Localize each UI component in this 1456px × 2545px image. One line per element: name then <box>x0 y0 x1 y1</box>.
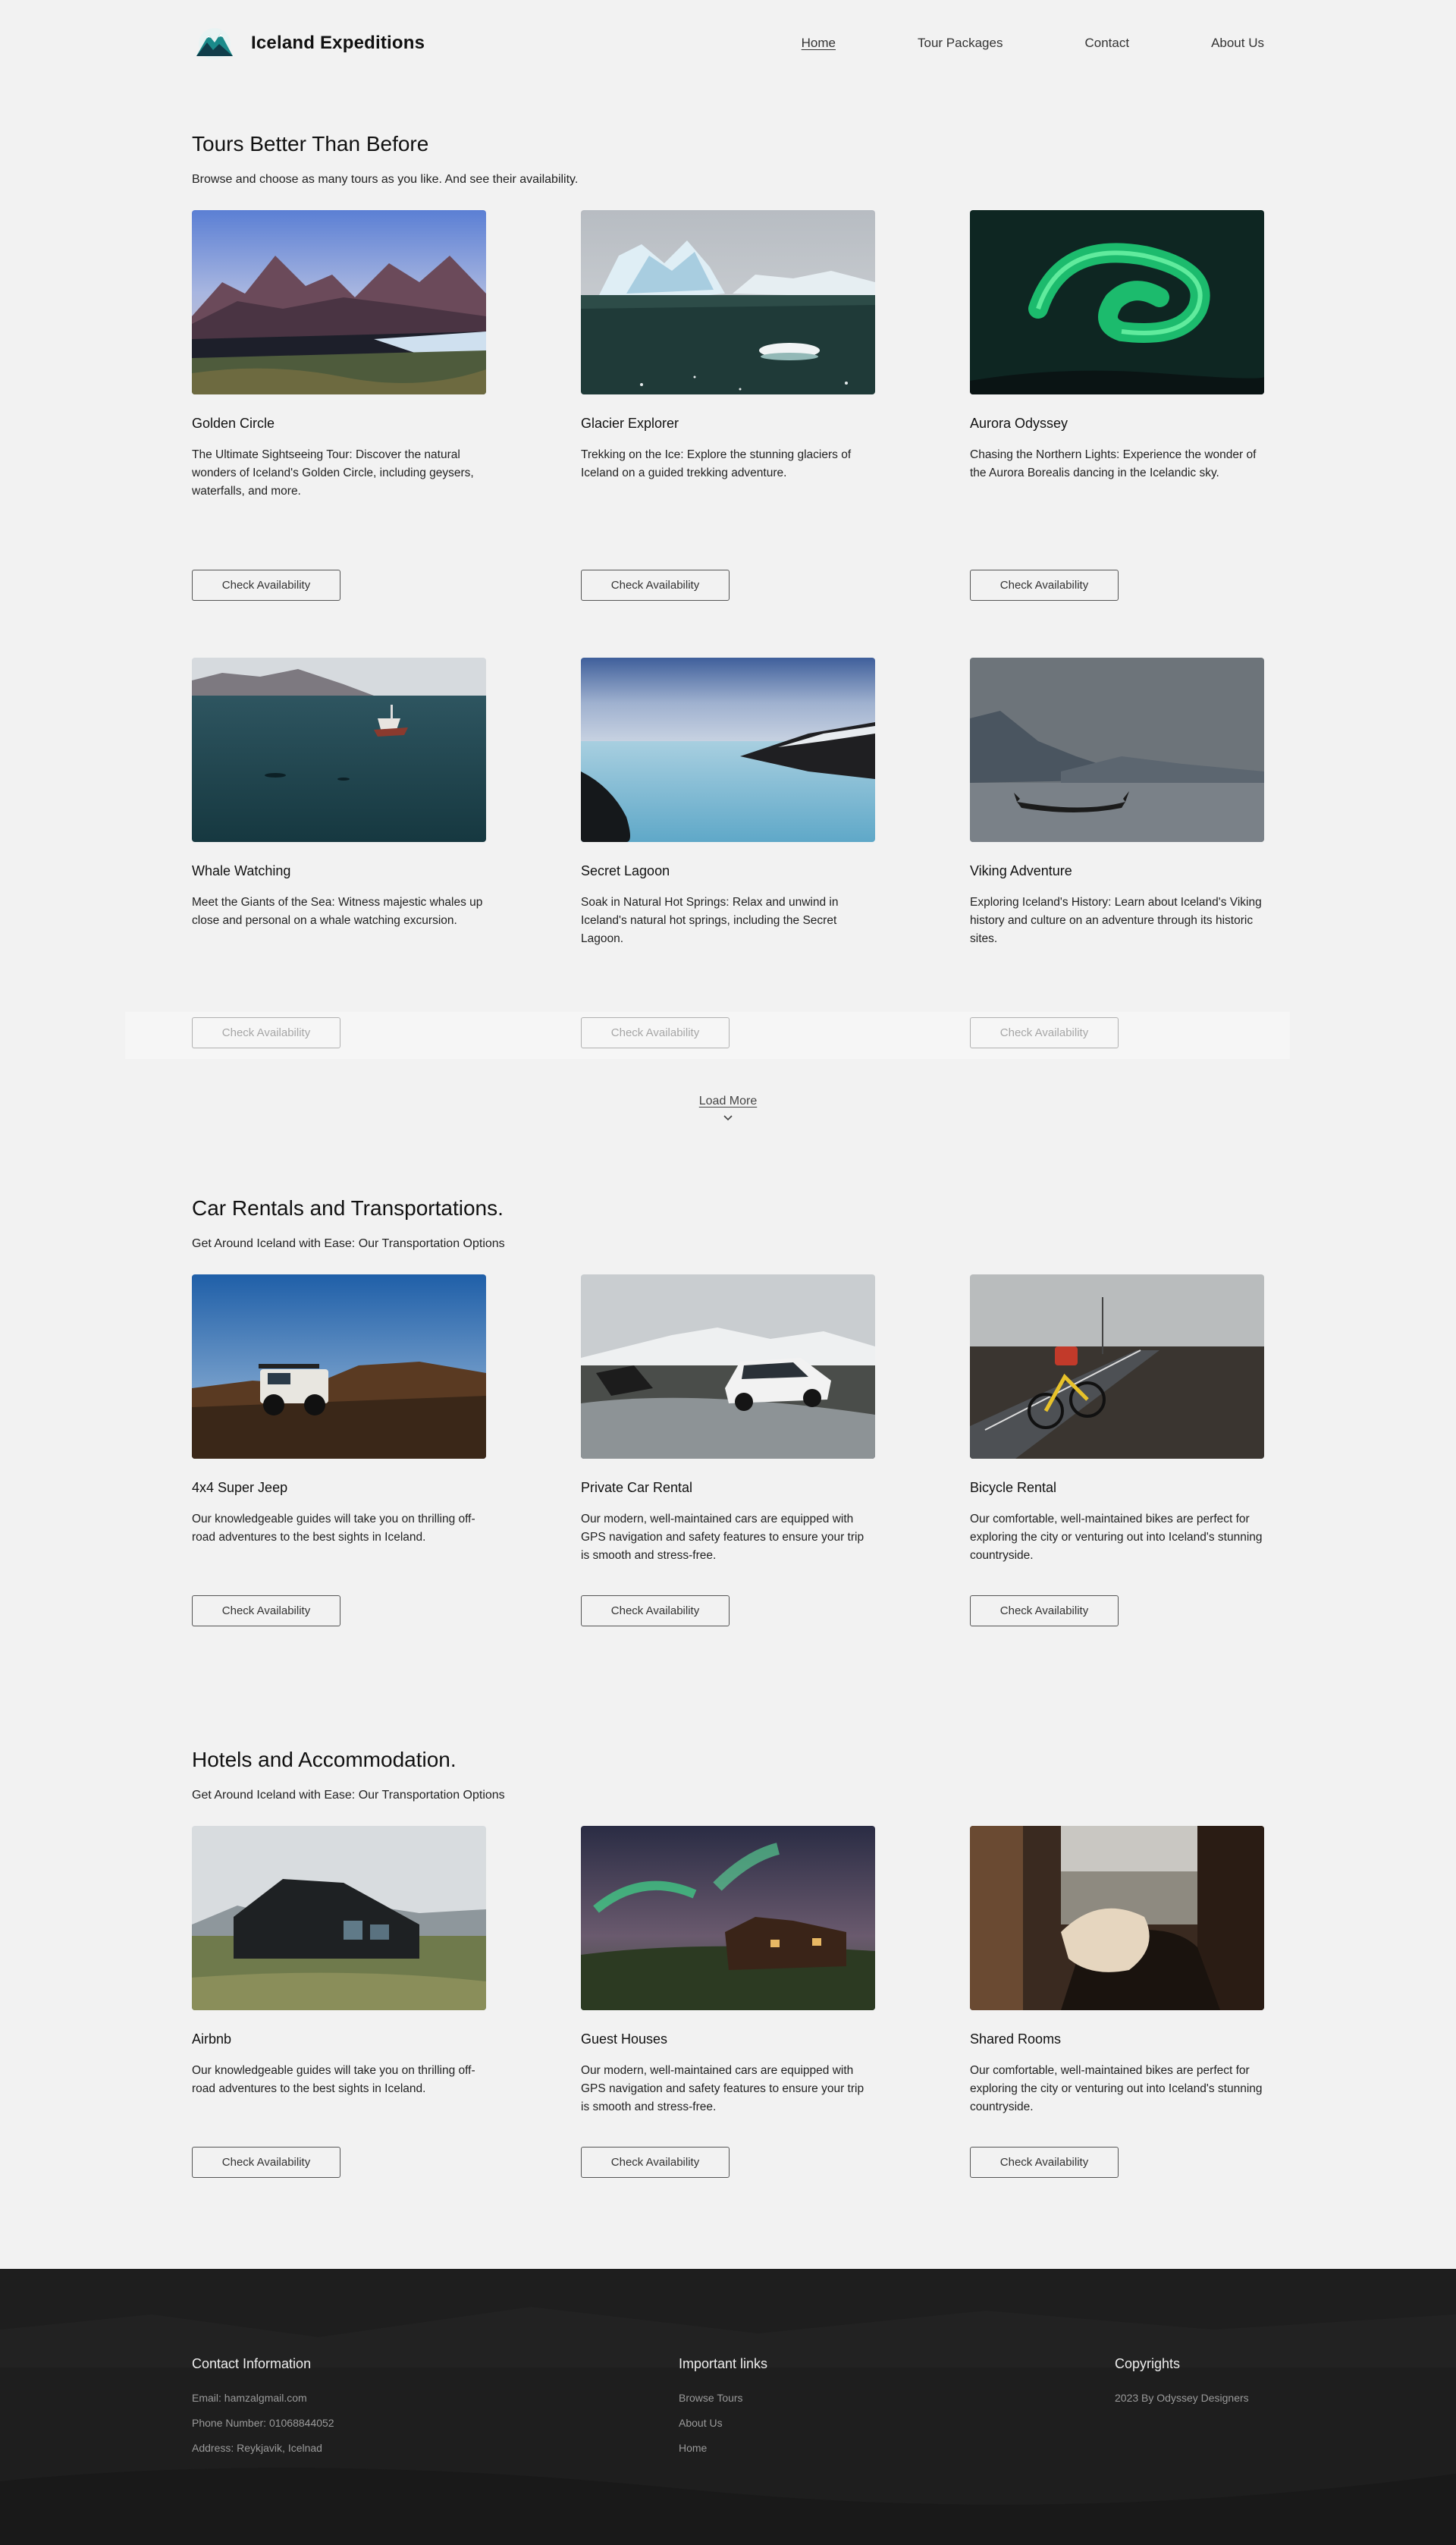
tour-image-glacier-explorer[interactable] <box>581 210 875 394</box>
check-availability-button[interactable]: Check Availability <box>581 2147 730 2178</box>
transport-card: 4x4 Super Jeep Our knowledgeable guides … <box>192 1274 486 1626</box>
footer-heading: Important links <box>679 2356 768 2371</box>
card-title: Aurora Odyssey <box>970 416 1068 431</box>
footer-address: Address: Reykjavik, Icelnad <box>192 2442 322 2454</box>
card-title: Golden Circle <box>192 416 275 431</box>
nav-home[interactable]: Home <box>802 36 836 51</box>
footer-links: Important links Browse Tours About Us Ho… <box>679 2356 1115 2467</box>
footer-phone: Phone Number: 01068844052 <box>192 2417 334 2429</box>
card-description: Our modern, well-maintained cars are equ… <box>581 1513 864 1562</box>
tour-image-viking-adventure[interactable] <box>970 658 1264 842</box>
tour-card: Golden Circle The Ultimate Sightseeing T… <box>192 210 486 601</box>
card-title: Glacier Explorer <box>581 416 679 431</box>
check-availability-button[interactable]: Check Availability <box>970 1595 1119 1626</box>
card-description: Our modern, well-maintained cars are equ… <box>581 2064 864 2113</box>
card-title: Secret Lagoon <box>581 863 670 878</box>
transport-image-bicycle[interactable] <box>970 1274 1264 1459</box>
footer-email: Email: hamzalgmail.com <box>192 2392 307 2404</box>
section-title: Car Rentals and Transportations. <box>192 1196 504 1220</box>
tour-image-aurora-odyssey[interactable] <box>970 210 1264 394</box>
section-title: Hotels and Accommodation. <box>192 1748 457 1771</box>
check-availability-button[interactable]: Check Availability <box>970 2147 1119 2178</box>
check-availability-button[interactable]: Check Availability <box>192 1595 340 1626</box>
card-description: Trekking on the Ice: Explore the stunnin… <box>581 448 852 479</box>
check-availability-button[interactable]: Check Availability <box>192 570 340 601</box>
footer-heading: Copyrights <box>1115 2356 1181 2371</box>
brand[interactable]: Iceland Expeditions <box>192 26 425 61</box>
mountain-logo-icon <box>196 28 233 60</box>
tour-card: Glacier Explorer Trekking on the Ice: Ex… <box>581 210 875 601</box>
footer-copyright: Copyrights 2023 By Odyssey Designers <box>1115 2356 1249 2467</box>
transport-image-super-jeep[interactable] <box>192 1274 486 1459</box>
check-availability-button[interactable]: Check Availability <box>581 1595 730 1626</box>
card-title: Bicycle Rental <box>970 1480 1057 1495</box>
tours-grid: Golden Circle The Ultimate Sightseeing T… <box>192 210 1264 1048</box>
footer-link-home[interactable]: Home <box>679 2442 1115 2454</box>
section-subtitle: Browse and choose as many tours as you l… <box>192 173 579 186</box>
section-subtitle: Get Around Iceland with Ease: Our Transp… <box>192 1789 505 1802</box>
card-description: Exploring Iceland's History: Learn about… <box>970 896 1262 945</box>
section-subtitle: Get Around Iceland with Ease: Our Transp… <box>192 1237 505 1250</box>
transport-card: Bicycle Rental Our comfortable, well-mai… <box>970 1274 1264 1626</box>
tours-section: Tours Better Than Before Browse and choo… <box>0 86 1456 1122</box>
card-title: Guest Houses <box>581 2031 668 2047</box>
transport-grid: 4x4 Super Jeep Our knowledgeable guides … <box>192 1274 1264 1626</box>
hotel-card: Shared Rooms Our comfortable, well-maint… <box>970 1826 1264 2178</box>
check-availability-button[interactable]: Check Availability <box>581 570 730 601</box>
section-title: Tours Better Than Before <box>192 132 429 156</box>
card-title: Airbnb <box>192 2031 232 2047</box>
card-title: Shared Rooms <box>970 2031 1062 2047</box>
footer-contact: Contact Information Email: hamzalgmail.c… <box>192 2356 679 2467</box>
nav-about-us[interactable]: About Us <box>1211 36 1264 51</box>
check-availability-button[interactable]: Check Availability <box>581 1017 730 1048</box>
brand-name: Iceland Expeditions <box>251 33 425 53</box>
check-availability-button[interactable]: Check Availability <box>192 1017 340 1048</box>
card-title: Viking Adventure <box>970 863 1072 878</box>
tour-image-golden-circle[interactable] <box>192 210 486 394</box>
copyright-text: 2023 By Odyssey Designers <box>1115 2392 1249 2404</box>
hotel-image-shared-rooms[interactable] <box>970 1826 1264 2010</box>
main-nav: Home Tour Packages Contact About Us <box>802 36 1264 51</box>
hotels-section: Hotels and Accommodation. Get Around Ice… <box>0 1748 1456 2178</box>
card-description: Soak in Natural Hot Springs: Relax and u… <box>581 896 839 945</box>
load-more-link[interactable]: Load More <box>699 1095 758 1108</box>
card-description: Our comfortable, well-maintained bikes a… <box>970 1513 1263 1562</box>
transport-card: Private Car Rental Our modern, well-main… <box>581 1274 875 1626</box>
card-title: Private Car Rental <box>581 1480 693 1495</box>
hotels-grid: Airbnb Our knowledgeable guides will tak… <box>192 1826 1264 2178</box>
load-more: Load More <box>192 1095 1264 1122</box>
hotel-card: Airbnb Our knowledgeable guides will tak… <box>192 1826 486 2178</box>
tour-card: Viking Adventure Exploring Iceland's His… <box>970 658 1264 1048</box>
hotel-image-guest-houses[interactable] <box>581 1826 875 2010</box>
card-description: Our knowledgeable guides will take you o… <box>192 2064 475 2095</box>
tour-card: Whale Watching Meet the Giants of the Se… <box>192 658 486 1048</box>
footer-heading: Contact Information <box>192 2356 312 2371</box>
card-description: The Ultimate Sightseeing Tour: Discover … <box>192 448 474 498</box>
nav-contact[interactable]: Contact <box>1084 36 1129 51</box>
transport-image-private-car[interactable] <box>581 1274 875 1459</box>
card-description: Our comfortable, well-maintained bikes a… <box>970 2064 1263 2113</box>
nav-tour-packages[interactable]: Tour Packages <box>918 36 1003 51</box>
tour-card: Secret Lagoon Soak in Natural Hot Spring… <box>581 658 875 1048</box>
chevron-down-icon[interactable] <box>723 1114 733 1122</box>
site-header: Iceland Expeditions Home Tour Packages C… <box>0 0 1456 86</box>
check-availability-button[interactable]: Check Availability <box>970 570 1119 601</box>
hotel-card: Guest Houses Our modern, well-maintained… <box>581 1826 875 2178</box>
check-availability-button[interactable]: Check Availability <box>192 2147 340 2178</box>
hotel-image-airbnb[interactable] <box>192 1826 486 2010</box>
card-description: Chasing the Northern Lights: Experience … <box>970 448 1257 479</box>
check-availability-button[interactable]: Check Availability <box>970 1017 1119 1048</box>
footer-link-browse-tours[interactable]: Browse Tours <box>679 2392 1115 2404</box>
tour-image-whale-watching[interactable] <box>192 658 486 842</box>
site-footer: Contact Information Email: hamzalgmail.c… <box>0 2269 1456 2545</box>
footer-link-about-us[interactable]: About Us <box>679 2417 1115 2429</box>
card-title: 4x4 Super Jeep <box>192 1480 288 1495</box>
card-description: Meet the Giants of the Sea: Witness maje… <box>192 896 483 927</box>
card-description: Our knowledgeable guides will take you o… <box>192 1513 475 1544</box>
tour-card: Aurora Odyssey Chasing the Northern Ligh… <box>970 210 1264 601</box>
transport-section: Car Rentals and Transportations. Get Aro… <box>0 1196 1456 1626</box>
tour-image-secret-lagoon[interactable] <box>581 658 875 842</box>
card-title: Whale Watching <box>192 863 291 878</box>
